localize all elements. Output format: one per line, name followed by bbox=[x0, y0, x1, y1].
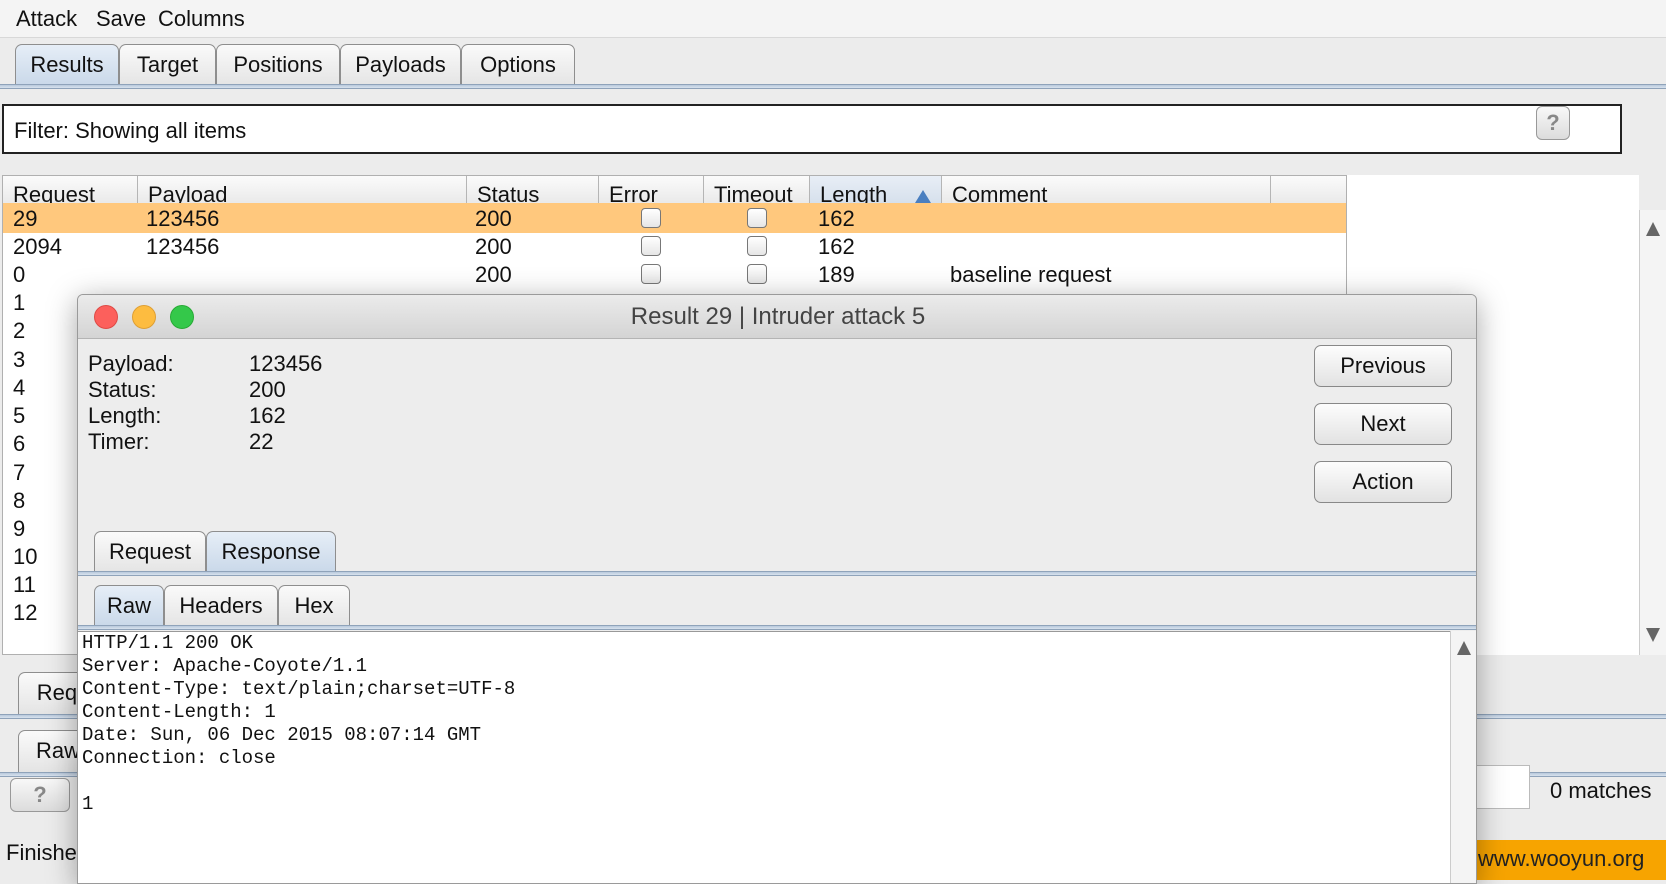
table-row[interactable]: 29 123456 200 162 bbox=[3, 203, 1346, 233]
cell-request: 1 bbox=[13, 290, 26, 315]
table-scrollbar[interactable] bbox=[1639, 210, 1666, 655]
lower-help-button[interactable]: ? bbox=[10, 778, 70, 812]
length-label: Length: bbox=[88, 403, 162, 428]
timeout-checkbox bbox=[747, 208, 767, 228]
cell-request: 2 bbox=[13, 318, 26, 343]
filter-bar[interactable]: Filter: Showing all items bbox=[2, 104, 1622, 154]
error-checkbox bbox=[641, 264, 661, 284]
dialog-title: Result 29 | Intruder attack 5 bbox=[630, 303, 926, 330]
cell-request: 7 bbox=[13, 460, 26, 485]
error-checkbox bbox=[641, 236, 661, 256]
watermark: www.wooyun.org bbox=[1470, 840, 1666, 880]
cell-status: 200 bbox=[475, 262, 512, 287]
timeout-checkbox bbox=[747, 236, 767, 256]
cell-request: 6 bbox=[13, 431, 26, 456]
cell-request: 8 bbox=[13, 488, 26, 513]
cell-request: 29 bbox=[13, 206, 38, 231]
status-value: 200 bbox=[249, 377, 286, 402]
tab-response[interactable]: Response bbox=[206, 531, 336, 573]
result-dialog: Result 29 | Intruder attack 5 Payload: 1… bbox=[77, 294, 1477, 884]
match-count: 0 matches bbox=[1550, 778, 1652, 803]
menu-columns[interactable]: Columns bbox=[158, 6, 245, 32]
response-line: Connection: close bbox=[82, 747, 276, 769]
dialog-subtab-divider bbox=[78, 625, 1476, 630]
response-line: Content-Type: text/plain;charset=UTF-8 bbox=[82, 678, 516, 700]
raw-scrollbar[interactable] bbox=[1450, 631, 1476, 883]
tab-payloads[interactable]: Payloads bbox=[340, 44, 461, 86]
cell-length: 162 bbox=[818, 206, 855, 231]
cell-request: 4 bbox=[13, 375, 26, 400]
payload-value: 123456 bbox=[249, 351, 323, 376]
payload-label: Payload: bbox=[88, 351, 174, 376]
dialog-titlebar[interactable]: Result 29 | Intruder attack 5 bbox=[78, 295, 1476, 339]
raw-response-text[interactable]: HTTP/1.1 200 OK Server: Apache-Coyote/1.… bbox=[78, 631, 1450, 883]
subtab-raw[interactable]: Raw bbox=[94, 585, 164, 627]
tab-positions[interactable]: Positions bbox=[216, 44, 340, 86]
scroll-up-icon[interactable] bbox=[1457, 641, 1471, 655]
response-line: Date: Sun, 06 Dec 2015 08:07:14 GMT bbox=[82, 724, 482, 746]
cell-payload: 123456 bbox=[146, 234, 220, 259]
dialog-tab-divider bbox=[78, 571, 1476, 576]
menu-attack[interactable]: Attack bbox=[16, 6, 77, 32]
timer-value: 22 bbox=[249, 429, 274, 454]
length-value: 162 bbox=[249, 403, 286, 428]
next-button[interactable]: Next bbox=[1314, 403, 1452, 445]
cell-request: 9 bbox=[13, 516, 26, 541]
status-text: Finishe bbox=[6, 840, 77, 865]
table-row[interactable]: 2094 123456 200 162 bbox=[3, 231, 1346, 261]
previous-button[interactable]: Previous bbox=[1314, 345, 1452, 387]
scroll-up-icon[interactable] bbox=[1646, 222, 1660, 236]
response-line: 1 bbox=[82, 793, 94, 815]
table-row[interactable]: 0 200 189 baseline request bbox=[3, 259, 1346, 289]
status-label: Status: bbox=[88, 377, 157, 402]
cell-payload: 123456 bbox=[146, 206, 220, 231]
response-line: Content-Length: 1 bbox=[82, 701, 276, 723]
subtab-hex[interactable]: Hex bbox=[278, 585, 350, 627]
tab-options[interactable]: Options bbox=[461, 44, 575, 86]
timer-label: Timer: bbox=[88, 429, 150, 454]
tab-results[interactable]: Results bbox=[15, 44, 119, 86]
menu-bar: Attack Save Columns bbox=[0, 0, 1666, 38]
tab-target[interactable]: Target bbox=[119, 44, 216, 86]
cell-request: 3 bbox=[13, 347, 26, 372]
tab-request[interactable]: Request bbox=[94, 531, 206, 573]
cell-request: 12 bbox=[13, 600, 38, 625]
cell-request: 11 bbox=[13, 572, 36, 597]
cell-length: 189 bbox=[818, 262, 855, 287]
cell-comment: baseline request bbox=[950, 262, 1112, 287]
action-button[interactable]: Action bbox=[1314, 461, 1452, 503]
cell-length: 162 bbox=[818, 234, 855, 259]
response-line: Server: Apache-Coyote/1.1 bbox=[82, 655, 368, 677]
menu-save[interactable]: Save bbox=[96, 6, 146, 32]
cell-request: 2094 bbox=[13, 234, 62, 259]
scroll-down-icon[interactable] bbox=[1646, 628, 1660, 642]
cell-request: 0 bbox=[13, 262, 26, 287]
cell-request: 5 bbox=[13, 403, 26, 428]
error-checkbox bbox=[641, 208, 661, 228]
response-line: HTTP/1.1 200 OK bbox=[82, 632, 254, 654]
subtab-headers[interactable]: Headers bbox=[164, 585, 278, 627]
filter-help-button[interactable]: ? bbox=[1536, 106, 1570, 140]
filter-text: Filter: Showing all items bbox=[14, 118, 247, 143]
timeout-checkbox bbox=[747, 264, 767, 284]
cell-request: 10 bbox=[13, 544, 38, 569]
cell-status: 200 bbox=[475, 234, 512, 259]
tab-divider bbox=[0, 84, 1666, 89]
cell-status: 200 bbox=[475, 206, 512, 231]
sort-ascending-icon bbox=[915, 190, 931, 203]
